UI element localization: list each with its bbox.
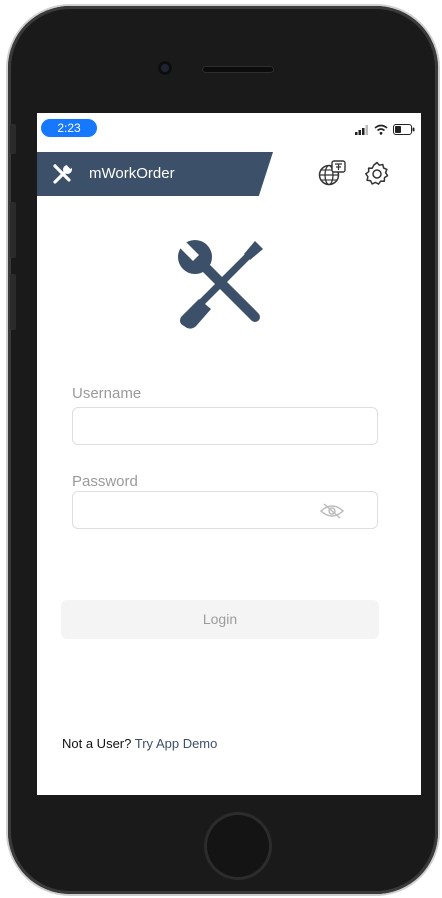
brand-banner: mWorkOrder xyxy=(37,152,273,196)
app-header: mWorkOrder xyxy=(37,152,421,198)
battery-icon xyxy=(393,122,415,140)
signal-icon xyxy=(355,122,369,140)
globe-icon xyxy=(317,160,347,193)
not-a-user-text: Not a User? xyxy=(62,736,132,751)
status-time: 2:23 xyxy=(41,119,97,137)
login-button[interactable]: Login xyxy=(61,600,379,639)
front-camera xyxy=(158,61,172,75)
status-bar: 2:23 xyxy=(37,113,421,143)
gear-icon xyxy=(363,161,391,192)
mute-switch xyxy=(10,124,16,154)
wrench-screwdriver-icon xyxy=(51,162,75,191)
language-button[interactable] xyxy=(317,159,347,189)
app-title: mWorkOrder xyxy=(89,165,175,182)
tools-logo-icon xyxy=(171,233,271,333)
username-label: Username xyxy=(72,385,142,402)
wifi-icon xyxy=(374,122,388,140)
earpiece-speaker xyxy=(202,66,274,73)
try-app-demo-link[interactable]: Try App Demo xyxy=(135,736,218,751)
app-screen: 2:23 mWorkOrder Username Password Login … xyxy=(37,113,421,795)
eye-slash-icon[interactable] xyxy=(319,503,345,524)
status-icons xyxy=(355,122,415,140)
volume-up-button xyxy=(10,202,16,258)
settings-button[interactable] xyxy=(363,160,391,188)
password-label: Password xyxy=(72,473,138,490)
home-button[interactable] xyxy=(204,812,272,880)
footer: Not a User? Try App Demo xyxy=(62,736,217,751)
username-input[interactable] xyxy=(72,407,378,445)
password-input[interactable] xyxy=(72,491,378,529)
volume-down-button xyxy=(10,274,16,330)
